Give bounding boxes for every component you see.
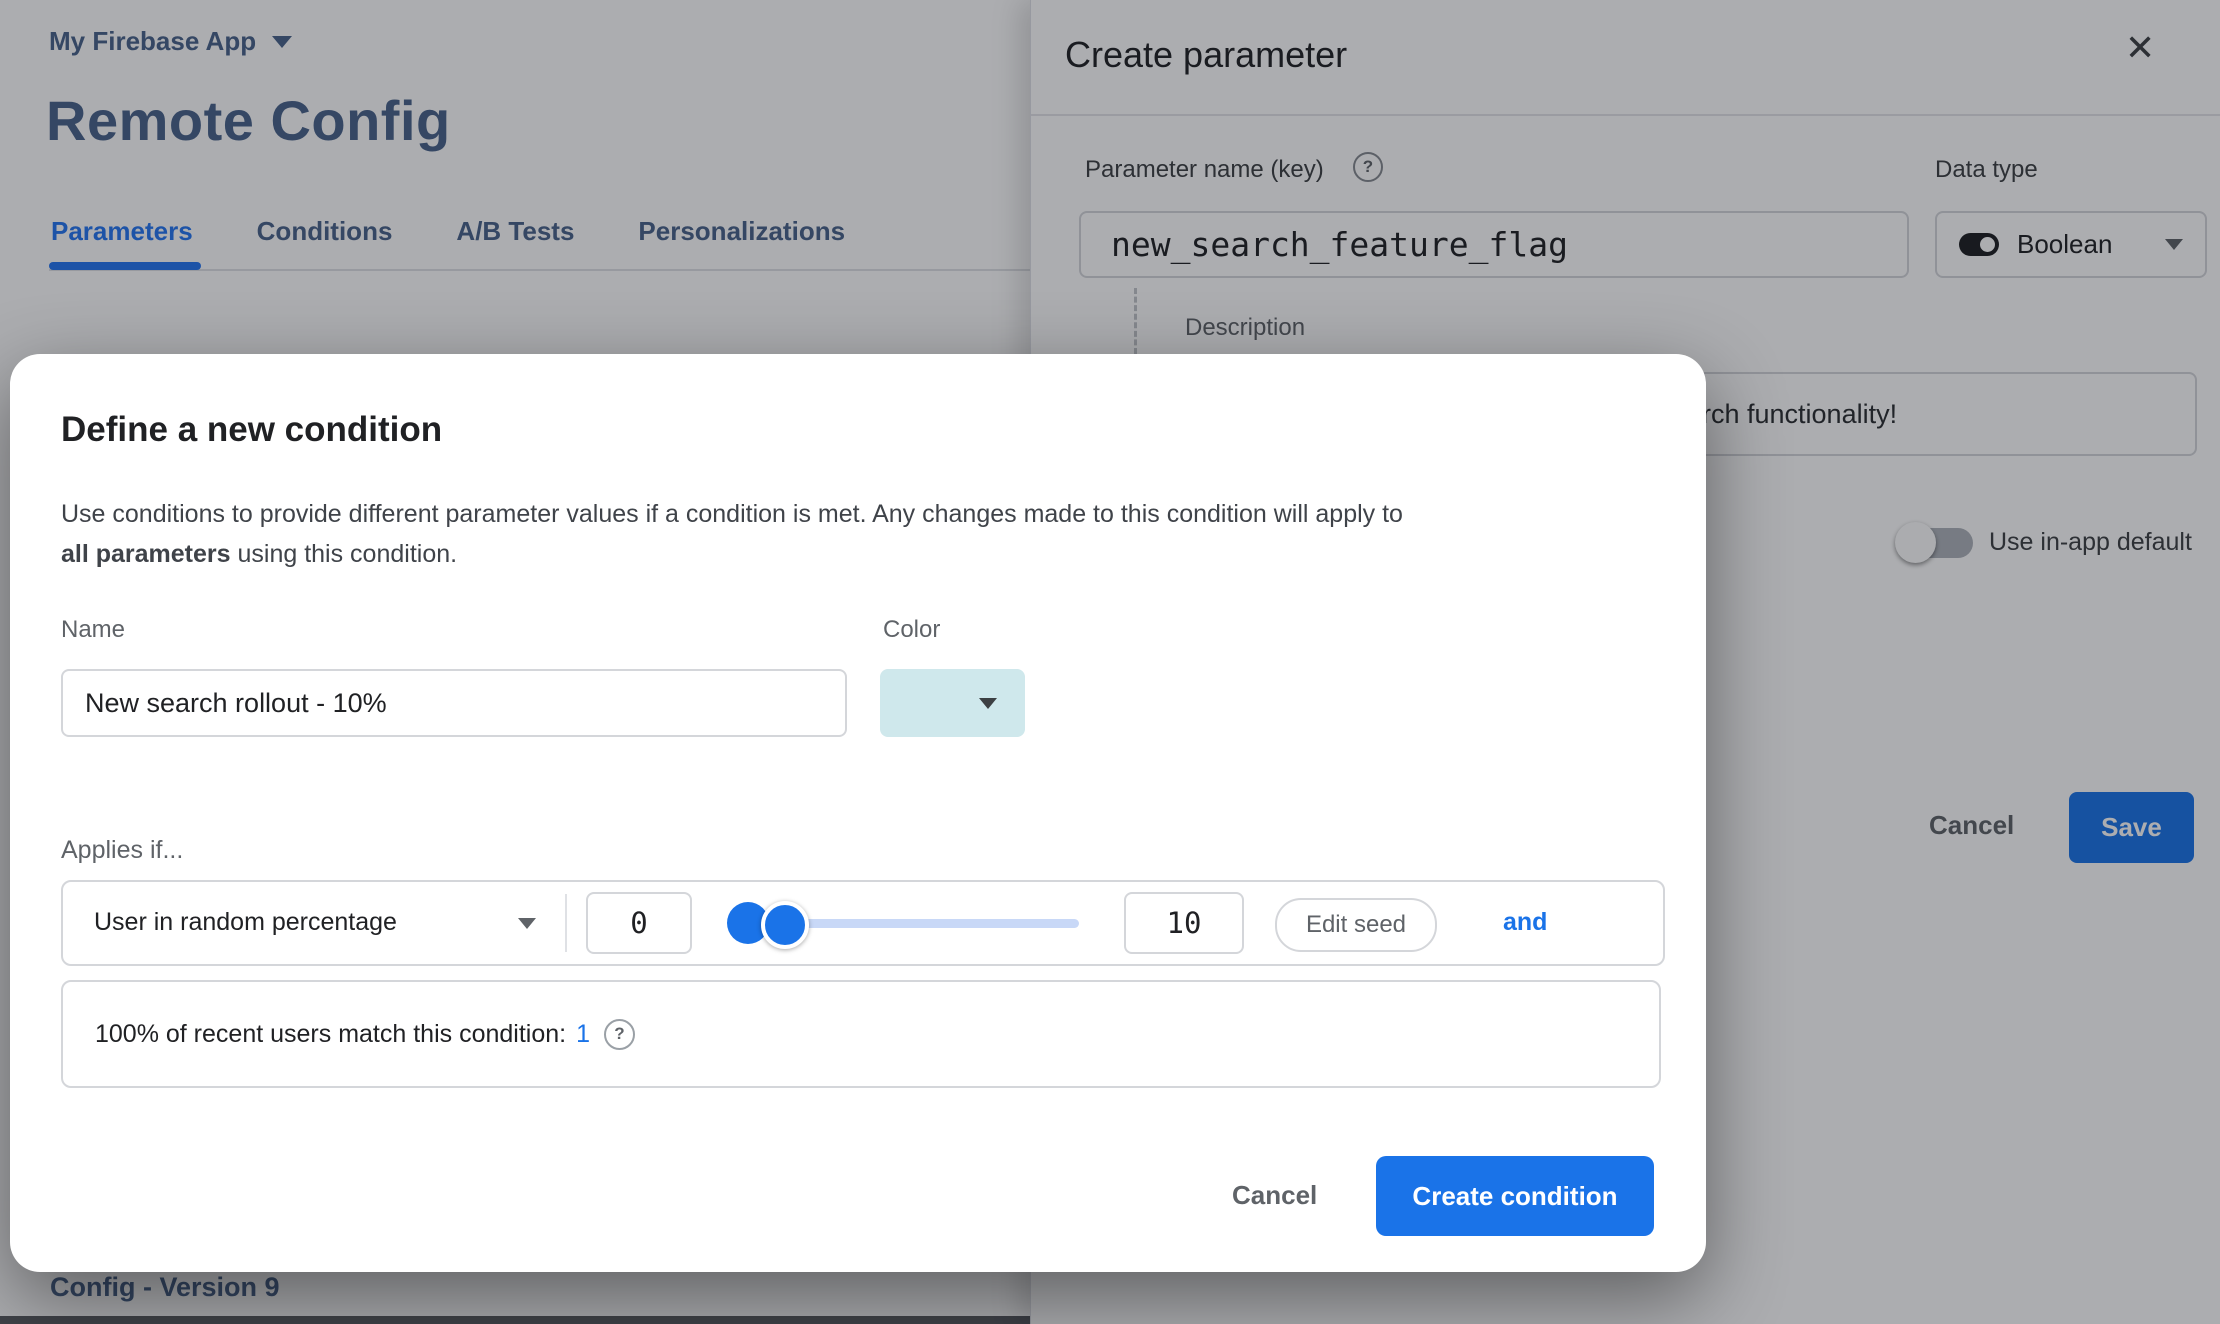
firebase-remote-config-screen: My Firebase App Remote Config Parameters… [0,0,2220,1324]
condition-type-select[interactable]: User in random percentage [94,908,397,937]
description-rest: using this condition. [230,540,458,568]
create-condition-button[interactable]: Create condition [1376,1156,1654,1236]
dialog-title: Define a new condition [61,410,443,449]
percent-min-input[interactable]: 0 [586,892,692,954]
description-bold: all parameters [61,540,231,568]
description-line2: all parameters using this condition. [61,534,1621,574]
chevron-down-icon [979,698,997,709]
edit-seed-button[interactable]: Edit seed [1275,898,1437,952]
slider-handle-max[interactable] [761,901,809,949]
define-condition-dialog: Define a new condition Use conditions to… [10,354,1706,1272]
chevron-down-icon[interactable] [518,918,536,929]
color-label: Color [883,616,941,643]
percent-max-input[interactable]: 10 [1124,892,1244,954]
match-help-icon[interactable]: ? [604,1018,635,1050]
condition-rule-row: User in random percentage 0 10 Edit seed… [61,880,1665,966]
applies-if-label: Applies if... [61,836,184,864]
match-info-value: 1 [576,1019,590,1048]
divider [565,894,567,952]
description-line1: Use conditions to provide different para… [61,500,1403,528]
and-condition-link[interactable]: and [1503,908,1547,937]
dialog-cancel-button[interactable]: Cancel [1232,1180,1317,1211]
condition-name-input[interactable]: New search rollout - 10% [61,669,847,737]
match-info-box: 100% of recent users match this conditio… [61,980,1661,1088]
color-dropdown[interactable] [880,669,1025,737]
match-info-text: 100% of recent users match this conditio… [95,1019,567,1048]
dialog-description: Use conditions to provide different para… [61,494,1621,574]
name-label: Name [61,616,126,643]
